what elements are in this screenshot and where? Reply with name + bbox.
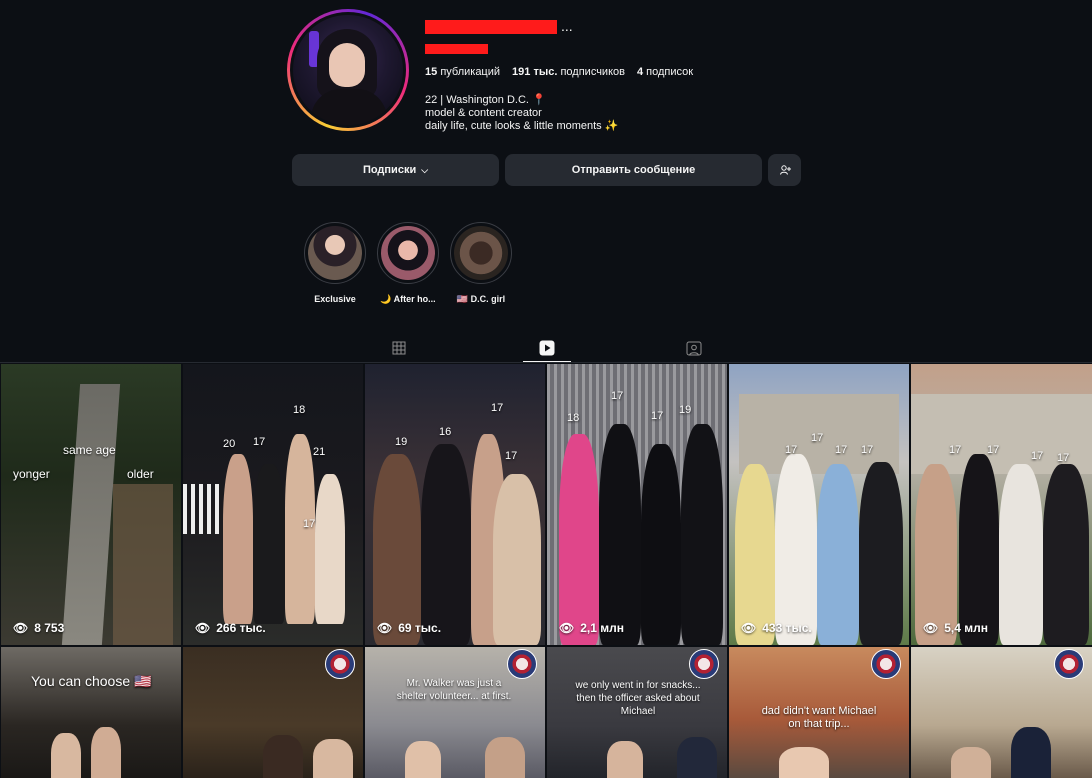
eye-icon: 👁 — [377, 621, 393, 635]
reel-caption: same age — [63, 443, 116, 457]
tab-posts[interactable] — [375, 334, 423, 362]
bio-line: model & content creator — [425, 107, 542, 119]
reel-caption: dad didn't want Michael on that trip... — [761, 705, 877, 730]
following-stat[interactable]: 4 подписок — [637, 66, 693, 78]
tab-tagged[interactable] — [670, 334, 718, 362]
age-label: 17 — [253, 436, 266, 448]
age-label: 17 — [785, 444, 798, 456]
age-label: 20 — [223, 438, 236, 450]
following-button[interactable]: Подписки ⌵ — [292, 154, 499, 186]
posts-stat: 15 публикаций — [425, 66, 501, 78]
reel-caption: Mr. Walker was just a shelter volunteer.… — [396, 678, 512, 702]
highlight-label: 🇺🇸 D.C. girl — [456, 294, 506, 304]
age-label: 18 — [293, 404, 306, 416]
profile-page: ... 15 публикаций 191 тыс. подписчиков 4… — [0, 0, 1092, 778]
reel-views: 👁 69 тыс. — [377, 621, 442, 635]
reel-views: 👁 266 тыс. — [195, 621, 266, 635]
reel-caption: older — [127, 467, 154, 481]
tagged-icon — [686, 341, 702, 356]
following-button-label: Подписки — [362, 164, 417, 176]
reel-caption: we only went in for snacks... then the o… — [575, 680, 701, 717]
age-label: 17 — [987, 444, 1000, 456]
flag-avatar-badge — [1054, 649, 1084, 679]
age-label: 17 — [505, 450, 518, 462]
reel-tile[interactable]: You can choose 🇺🇸 — [1, 647, 181, 778]
eye-icon: 👁 — [559, 621, 575, 635]
reel-tile[interactable]: 19 16 17 17 👁 69 тыс. — [365, 364, 545, 645]
eye-icon: 👁 — [741, 621, 757, 635]
highlight-dc-girl[interactable]: 🇺🇸 D.C. girl — [449, 222, 513, 305]
age-label: 17 — [303, 518, 316, 530]
age-label: 17 — [861, 444, 874, 456]
reel-tile[interactable]: we only went in for snacks... then the o… — [547, 647, 727, 778]
tab-reels[interactable] — [523, 334, 571, 362]
flag-avatar-badge — [871, 649, 901, 679]
reel-views: 👁 433 тыс. — [741, 621, 812, 635]
send-message-button[interactable]: Отправить сообщение — [505, 154, 762, 186]
reel-tile[interactable]: Mr. Walker was just a shelter volunteer.… — [365, 647, 545, 778]
add-person-icon — [779, 165, 791, 175]
age-label: 21 — [313, 446, 326, 458]
reel-views: 👁 2,1 млн — [559, 621, 624, 635]
tabs-divider — [0, 362, 1092, 363]
profile-bio: 22 | Washington D.C. 📍 model & content c… — [425, 94, 618, 133]
age-label: 17 — [1057, 452, 1070, 464]
bio-line: 22 | Washington D.C. 📍 — [425, 94, 546, 106]
age-label: 17 — [611, 390, 624, 402]
highlight-label: Exclusive — [314, 294, 356, 304]
age-label: 17 — [835, 444, 848, 456]
highlight-exclusive[interactable]: Exclusive — [303, 222, 367, 304]
reel-tile[interactable] — [911, 647, 1092, 778]
reel-tile[interactable]: 17 17 17 17 👁 433 тыс. — [729, 364, 909, 645]
highlight-after-hours[interactable]: 🌙 After ho... — [376, 222, 440, 305]
reel-tile[interactable] — [183, 647, 363, 778]
flag-avatar-badge — [325, 649, 355, 679]
reel-tile[interactable]: 20 17 18 21 17 👁 266 тыс. — [183, 364, 363, 645]
age-label: 17 — [651, 410, 664, 422]
reel-tile[interactable]: 17 17 17 17 👁 5,4 млн — [911, 364, 1092, 645]
age-label: 17 — [949, 444, 962, 456]
reel-views: 👁 8 753 — [13, 621, 65, 635]
eye-icon: 👁 — [195, 621, 211, 635]
age-label: 17 — [491, 402, 504, 414]
display-name-redacted — [425, 44, 488, 54]
profile-avatar[interactable] — [287, 9, 409, 131]
reels-icon — [539, 340, 555, 355]
age-label: 19 — [679, 404, 692, 416]
reel-tile[interactable]: 18 17 17 19 👁 2,1 млн — [547, 364, 727, 645]
chevron-down-icon: ⌵ — [421, 164, 429, 175]
followers-stat[interactable]: 191 тыс. подписчиков — [512, 66, 625, 78]
grid-icon — [392, 341, 406, 355]
highlight-label: 🌙 After ho... — [380, 294, 436, 304]
username-ellipsis: ... — [561, 18, 573, 34]
reel-views: 👁 5,4 млн — [923, 621, 988, 635]
age-label: 17 — [1031, 450, 1044, 462]
flag-avatar-badge — [507, 649, 537, 679]
profile-stats: 15 публикаций 191 тыс. подписчиков 4 под… — [425, 66, 693, 78]
eye-icon: 👁 — [13, 621, 29, 635]
send-message-label: Отправить сообщение — [571, 164, 696, 176]
username-redacted — [425, 20, 557, 34]
age-label: 16 — [439, 426, 452, 438]
reel-tile[interactable]: dad didn't want Michael on that trip... — [729, 647, 909, 778]
eye-icon: 👁 — [923, 621, 939, 635]
bio-line: daily life, cute looks & little moments … — [425, 120, 619, 132]
age-label: 18 — [567, 412, 580, 424]
age-label: 19 — [395, 436, 408, 448]
suggest-people-button[interactable] — [768, 154, 801, 186]
reel-caption: You can choose 🇺🇸 — [31, 673, 152, 689]
age-label: 17 — [811, 432, 824, 444]
reel-caption: yonger — [13, 467, 50, 481]
flag-avatar-badge — [689, 649, 719, 679]
reel-tile[interactable]: same age yonger older 👁 8 753 — [1, 364, 181, 645]
